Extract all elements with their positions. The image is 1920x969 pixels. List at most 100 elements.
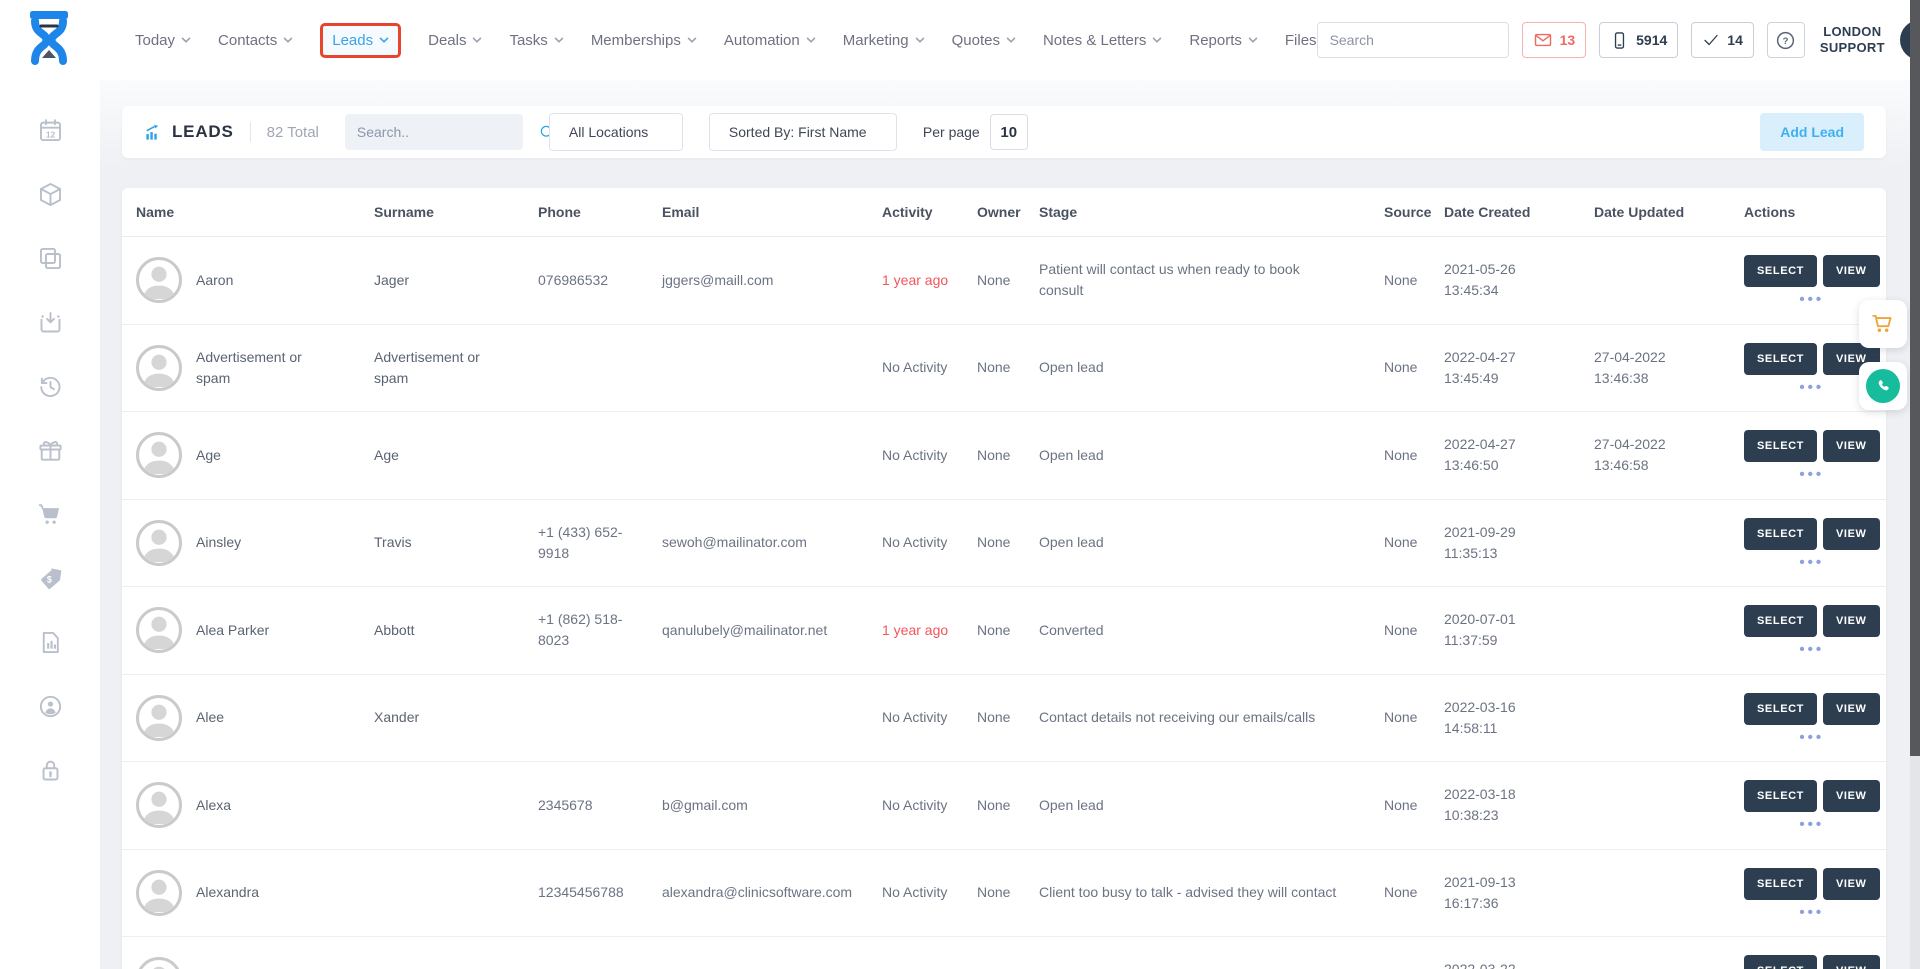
nav-item-label: Marketing (843, 32, 909, 49)
nav-item-files[interactable]: Files (1285, 32, 1317, 49)
scrollbar-thumb[interactable] (1910, 0, 1920, 756)
activity-cell: 1 year ago (868, 237, 963, 325)
sort-filter[interactable]: Sorted By: First Name (709, 113, 897, 151)
nav-item-memberships[interactable]: Memberships (591, 32, 697, 49)
phone-cell: +1 (862) 518-8023 (524, 587, 648, 675)
app-logo-icon[interactable] (25, 10, 73, 70)
column-header-phone: Phone (524, 188, 648, 237)
nav-item-quotes[interactable]: Quotes (952, 32, 1016, 49)
topbar-search-input[interactable] (1318, 32, 1509, 48)
select-button[interactable]: SELECT (1744, 693, 1817, 725)
nav-item-notes-letters[interactable]: Notes & Letters (1043, 32, 1162, 49)
nav-item-label: Memberships (591, 32, 681, 49)
view-button[interactable]: VIEW (1823, 518, 1880, 550)
view-button[interactable]: VIEW (1823, 955, 1880, 969)
calls-count: 5914 (1636, 32, 1667, 48)
lock-icon (37, 757, 64, 784)
help-button[interactable]: ? (1767, 22, 1805, 58)
view-button[interactable]: VIEW (1823, 868, 1880, 900)
nav-item-label: Tasks (509, 32, 547, 49)
main-nav: Today Contacts Leads Deals Tasks Memberships A… (135, 23, 1317, 58)
phone-cell: 076986532 (524, 237, 648, 325)
sidebar-item-gift[interactable] (36, 436, 64, 464)
date-updated-cell: 27-04-2022 13:46:38 (1580, 324, 1730, 412)
cart-widget[interactable] (1859, 300, 1907, 348)
nav-item-contacts[interactable]: Contacts (218, 32, 293, 49)
leads-search-input[interactable] (357, 124, 538, 140)
sidebar-item-lock[interactable] (36, 756, 64, 784)
messages-count: 13 (1560, 32, 1576, 48)
table-row: Advertisement or spamAdvertisement or sp… (122, 324, 1886, 412)
select-button[interactable]: SELECT (1744, 518, 1817, 550)
table-row: AleeXanderNo ActivityNoneContact details… (122, 674, 1886, 762)
select-button[interactable]: SELECT (1744, 868, 1817, 900)
sidebar-item-report[interactable] (36, 628, 64, 656)
name-cell: Ainsley (122, 499, 360, 587)
nav-item-today[interactable]: Today (135, 32, 191, 49)
select-button[interactable]: SELECT (1744, 780, 1817, 812)
source-cell: None (1370, 674, 1430, 762)
select-button[interactable]: SELECT (1744, 343, 1817, 375)
owner-cell: None (963, 499, 1025, 587)
view-button[interactable]: VIEW (1823, 780, 1880, 812)
phone-cell: 123456789 (524, 937, 648, 969)
stage-cell: Client too busy to talk - advised they w… (1025, 849, 1370, 937)
owner-cell: None (963, 937, 1025, 969)
sidebar-item-calendar-12[interactable]: 12 (36, 116, 64, 144)
more-actions-button[interactable]: ••• (1744, 558, 1880, 569)
history-icon (37, 373, 64, 400)
owner-cell: None (963, 237, 1025, 325)
topbar: Today Contacts Leads Deals Tasks Memberships A… (0, 0, 1920, 80)
sidebar-item-account[interactable] (36, 692, 64, 720)
avatar (136, 432, 182, 478)
sidebar-item-cart[interactable] (36, 500, 64, 528)
nav-item-reports[interactable]: Reports (1189, 32, 1258, 49)
location-filter[interactable]: All Locations (549, 113, 683, 151)
nav-item-deals[interactable]: Deals (428, 32, 482, 49)
view-button[interactable]: VIEW (1823, 255, 1880, 287)
date-created: 2022-03-16 14:58:11 (1444, 699, 1516, 736)
svg-text:?: ? (1783, 36, 1789, 47)
view-button[interactable]: VIEW (1823, 605, 1880, 637)
select-button[interactable]: SELECT (1744, 255, 1817, 287)
nav-item-automation[interactable]: Automation (724, 32, 816, 49)
select-button[interactable]: SELECT (1744, 955, 1817, 969)
source-cell: None (1370, 324, 1430, 412)
add-lead-button[interactable]: Add Lead (1760, 113, 1864, 151)
nav-item-marketing[interactable]: Marketing (843, 32, 925, 49)
stage-cell: Does not wish to be contacted - JUNK (1025, 937, 1370, 969)
more-actions-button[interactable]: ••• (1744, 908, 1880, 919)
sidebar-item-package[interactable] (36, 180, 64, 208)
scrollbar[interactable] (1910, 0, 1920, 969)
chevron-down-icon (283, 37, 293, 44)
view-button[interactable]: VIEW (1823, 693, 1880, 725)
select-button[interactable]: SELECT (1744, 605, 1817, 637)
leads-header: LEADS 82 Total All Locations Sorted By: … (122, 106, 1886, 158)
messages-badge[interactable]: 13 (1522, 22, 1587, 58)
owner: None (977, 447, 1010, 463)
topbar-search (1317, 22, 1509, 58)
per-page-input[interactable] (990, 114, 1028, 150)
surname-cell: Age (360, 412, 524, 500)
select-button[interactable]: SELECT (1744, 430, 1817, 462)
date-updated: 27-04-2022 13:46:58 (1594, 436, 1666, 473)
calls-badge[interactable]: 5914 (1599, 22, 1678, 58)
column-header-owner: Owner (963, 188, 1025, 237)
phone-cell (524, 324, 648, 412)
phone-widget[interactable] (1859, 362, 1907, 410)
nav-item-tasks[interactable]: Tasks (509, 32, 563, 49)
more-actions-button[interactable]: ••• (1744, 645, 1880, 656)
more-actions-button[interactable]: ••• (1744, 295, 1880, 306)
sidebar-item-price-tag[interactable]: $ (36, 564, 64, 592)
stage: Open lead (1039, 359, 1104, 375)
tasks-badge[interactable]: 14 (1691, 22, 1754, 58)
sidebar-item-calendar-tray[interactable] (36, 308, 64, 336)
more-actions-button[interactable]: ••• (1744, 470, 1880, 481)
view-button[interactable]: VIEW (1823, 430, 1880, 462)
sidebar-item-history[interactable] (36, 372, 64, 400)
more-actions-button[interactable]: ••• (1744, 820, 1880, 831)
chevron-down-icon (915, 37, 925, 44)
nav-item-leads[interactable]: Leads (320, 23, 401, 58)
more-actions-button[interactable]: ••• (1744, 733, 1880, 744)
sidebar-item-copy[interactable] (36, 244, 64, 272)
